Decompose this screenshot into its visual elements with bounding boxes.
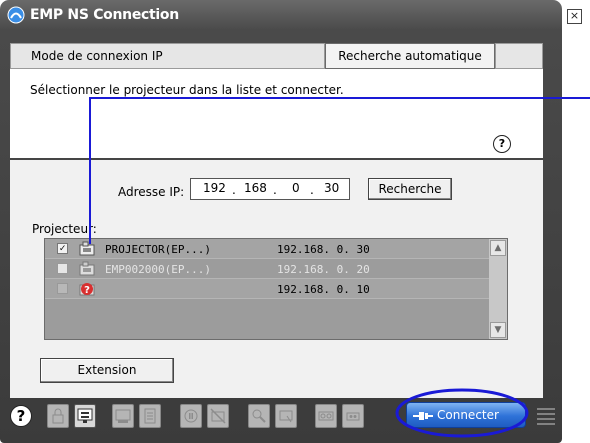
search-button[interactable]: Recherche [368, 178, 452, 200]
document-icon[interactable] [139, 404, 161, 428]
zoom-icon[interactable] [248, 404, 270, 428]
projector-ip: 192.168. 0. 20 [277, 263, 370, 276]
video-icon[interactable] [342, 404, 364, 428]
projector-checkbox[interactable] [57, 283, 68, 294]
ip-octet-2[interactable]: 168 [244, 181, 267, 195]
pause-icon[interactable] [180, 404, 202, 428]
projector-ip: 192.168. 0. 10 [277, 283, 370, 296]
lock-icon[interactable] [47, 404, 69, 428]
window-select-icon[interactable] [275, 404, 297, 428]
projector-name: PROJECTOR(EP...) [105, 243, 211, 256]
list-item[interactable]: EMP002000(EP...) 192.168. 0. 20 [45, 259, 489, 279]
window-title: EMP NS Connection [30, 7, 179, 23]
tabs-row: Mode de connexion IP Recherche automatiq… [10, 43, 543, 69]
ip-address-label: Adresse IP: [118, 185, 185, 199]
scroll-up-icon[interactable]: ▲ [490, 240, 506, 256]
ip-octet-1[interactable]: 192 [203, 181, 226, 195]
app-window: EMP NS Connection Mode de connexion IP R… [0, 0, 562, 443]
tab-auto-search[interactable]: Recherche automatique [325, 43, 495, 69]
projector-icon [79, 241, 95, 256]
plug-icon [413, 412, 433, 420]
tab-strip-filler [495, 43, 543, 69]
projector-list-label: Projecteur: [32, 222, 97, 236]
projector-name: EMP002000(EP...) [105, 263, 211, 276]
list-item[interactable]: ✓ PROJECTOR(EP...) 192.168. 0. 30 [45, 239, 489, 259]
ip-dot-separator: . [310, 183, 314, 197]
error-icon: ? [79, 283, 95, 296]
list-empty-row [45, 299, 489, 319]
bottom-toolbar: ? Connecter [0, 398, 562, 443]
ip-address-input[interactable]: 192 . 168 . 0 . 30 [190, 178, 350, 200]
projector-ip: 192.168. 0. 30 [277, 243, 370, 256]
projector-icon [79, 261, 95, 276]
presentation-icon[interactable] [315, 404, 337, 428]
help-icon[interactable]: ? [10, 405, 32, 427]
ip-octet-3[interactable]: 0 [292, 181, 300, 195]
projector-checkbox[interactable] [57, 263, 68, 274]
tab-ip-mode[interactable]: Mode de connexion IP [10, 43, 325, 69]
svg-text:?: ? [84, 285, 90, 296]
help-icon[interactable]: ? [493, 135, 511, 153]
close-icon[interactable]: × [567, 9, 582, 24]
connect-button[interactable]: Connecter [406, 402, 526, 428]
ip-octet-4[interactable]: 30 [324, 181, 339, 195]
ip-panel: Adresse IP: 192 . 168 . 0 . 30 Recherche… [10, 160, 543, 398]
screen-icon[interactable] [74, 404, 96, 428]
extension-button[interactable]: Extension [40, 358, 174, 383]
scroll-down-icon[interactable]: ▼ [490, 322, 506, 338]
projector-checkbox[interactable]: ✓ [57, 243, 68, 254]
app-icon [7, 6, 25, 24]
display-icon[interactable] [112, 404, 134, 428]
no-projection-icon[interactable] [207, 404, 229, 428]
connect-label: Connecter [437, 408, 499, 422]
ip-dot-separator: . [232, 183, 236, 197]
projector-list[interactable]: ✓ PROJECTOR(EP...) 192.168. 0. 30 EMP002… [44, 238, 508, 340]
resize-grip-icon[interactable] [535, 404, 557, 432]
mode-panel: Mode de connexion IP Recherche automatiq… [10, 43, 543, 158]
title-bar: EMP NS Connection [0, 0, 562, 30]
instruction-text: Sélectionner le projecteur dans la liste… [30, 83, 344, 97]
list-item[interactable]: ? 192.168. 0. 10 [45, 279, 489, 299]
list-scrollbar[interactable]: ▲ ▼ [489, 239, 507, 339]
ip-dot-separator: . [273, 183, 277, 197]
